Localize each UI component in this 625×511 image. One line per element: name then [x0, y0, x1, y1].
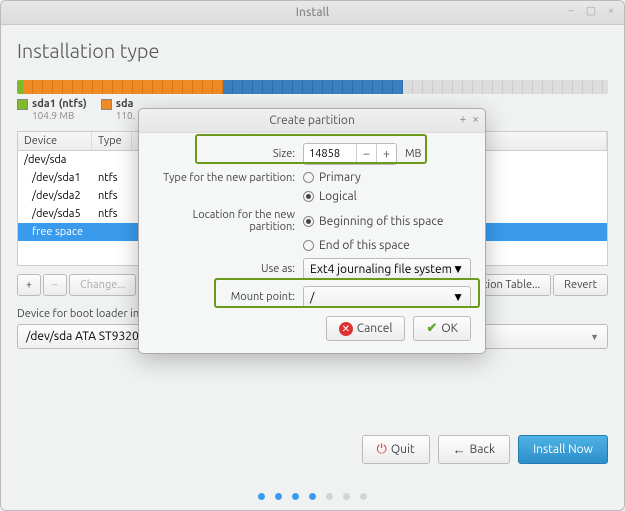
cell-type: ntfs	[98, 190, 138, 202]
cell-device: free space	[24, 226, 98, 238]
back-label: Back	[470, 443, 495, 456]
cell-type	[98, 154, 138, 166]
step-dot	[292, 493, 299, 500]
cancel-button[interactable]: ✕ Cancel	[326, 316, 406, 341]
ok-label: OK	[441, 322, 458, 335]
cell-device: /dev/sda1	[24, 172, 98, 184]
change-button[interactable]: Change...	[69, 274, 136, 296]
revert-button[interactable]: Revert	[553, 274, 608, 296]
cell-type: ntfs	[98, 208, 138, 220]
size-label: Size:	[153, 148, 303, 160]
stepper-minus-icon[interactable]: −	[356, 144, 376, 164]
step-dot	[343, 493, 350, 500]
legend-label: sda	[116, 98, 135, 110]
arrow-left-icon: ←	[453, 442, 466, 457]
size-stepper[interactable]: − +	[303, 143, 397, 165]
size-unit: MB	[405, 148, 422, 160]
legend-item: sda 110.	[101, 98, 135, 121]
install-now-button[interactable]: Install Now	[518, 435, 608, 464]
legend-swatch-icon	[17, 99, 28, 110]
titlebar: Install − ▢ ×	[1, 1, 624, 25]
radio-primary[interactable]: Primary	[303, 171, 361, 184]
chevron-down-icon: ▼	[452, 262, 464, 276]
close-icon[interactable]: ×	[604, 4, 618, 18]
radio-end[interactable]: End of this space	[303, 239, 410, 252]
back-button[interactable]: ← Back	[438, 435, 510, 464]
step-dot	[360, 493, 367, 500]
mount-point-label: Mount point:	[153, 291, 303, 303]
dialog-titlebar: Create partition + ×	[139, 109, 485, 133]
location-label: Location for the new partition:	[153, 209, 303, 233]
stepper-plus-icon[interactable]: +	[376, 144, 396, 164]
use-as-combo[interactable]: Ext4 journaling file system ▼	[303, 258, 471, 280]
legend-swatch-icon	[101, 99, 112, 110]
power-icon: ⏻	[377, 442, 387, 457]
chevron-down-icon: ▼	[452, 290, 464, 304]
quit-button[interactable]: ⏻ Quit	[362, 435, 430, 464]
window-title: Install	[296, 6, 330, 19]
use-as-value: Ext4 journaling file system	[310, 263, 452, 276]
minimize-icon[interactable]: −	[564, 4, 578, 18]
col-type[interactable]: Type	[92, 132, 132, 150]
cell-type: ntfs	[98, 172, 138, 184]
usage-seg-sda2	[23, 80, 223, 94]
disk-usage-bar	[17, 80, 608, 94]
chevron-down-icon: ▼	[590, 332, 599, 342]
radio-beginning[interactable]: Beginning of this space	[303, 215, 444, 228]
ok-button[interactable]: ✔ OK	[413, 316, 471, 341]
cancel-label: Cancel	[357, 322, 393, 335]
check-icon: ✔	[426, 321, 437, 336]
wizard-footer: ⏻ Quit ← Back Install Now	[362, 435, 608, 464]
usage-seg-sda5	[223, 80, 403, 94]
step-dot	[275, 493, 282, 500]
col-device[interactable]: Device	[18, 132, 92, 150]
step-dot	[258, 493, 265, 500]
legend-item: sda1 (ntfs) 104.9 MB	[17, 98, 87, 121]
page-title: Installation type	[17, 39, 608, 62]
cell-device: /dev/sda2	[24, 190, 98, 202]
mount-point-combo[interactable]: / ▼	[303, 286, 471, 308]
mount-point-value: /	[310, 291, 314, 304]
use-as-label: Use as:	[153, 263, 303, 275]
quit-label: Quit	[391, 443, 415, 456]
cell-device: /dev/sda	[24, 154, 98, 166]
add-button[interactable]: +	[17, 274, 41, 296]
dialog-title: Create partition	[269, 114, 355, 127]
cell-device: /dev/sda5	[24, 208, 98, 220]
create-partition-dialog: Create partition + × Size: − + MB Type f…	[138, 108, 486, 354]
legend-label: sda1 (ntfs)	[32, 98, 87, 110]
step-dot	[326, 493, 333, 500]
dialog-add-icon[interactable]: +	[459, 113, 466, 126]
radio-logical[interactable]: Logical	[303, 190, 357, 203]
cell-type	[98, 226, 138, 238]
legend-size: 110.	[116, 110, 135, 121]
legend-size: 104.9 MB	[32, 110, 87, 121]
remove-button[interactable]: −	[43, 274, 67, 296]
maximize-icon[interactable]: ▢	[584, 4, 598, 18]
step-dot	[309, 493, 316, 500]
dialog-close-icon[interactable]: ×	[472, 113, 479, 126]
cancel-icon: ✕	[339, 322, 353, 336]
usage-seg-free	[403, 80, 608, 94]
step-indicator	[1, 493, 624, 500]
size-input[interactable]	[304, 148, 356, 160]
type-label: Type for the new partition:	[153, 172, 303, 184]
